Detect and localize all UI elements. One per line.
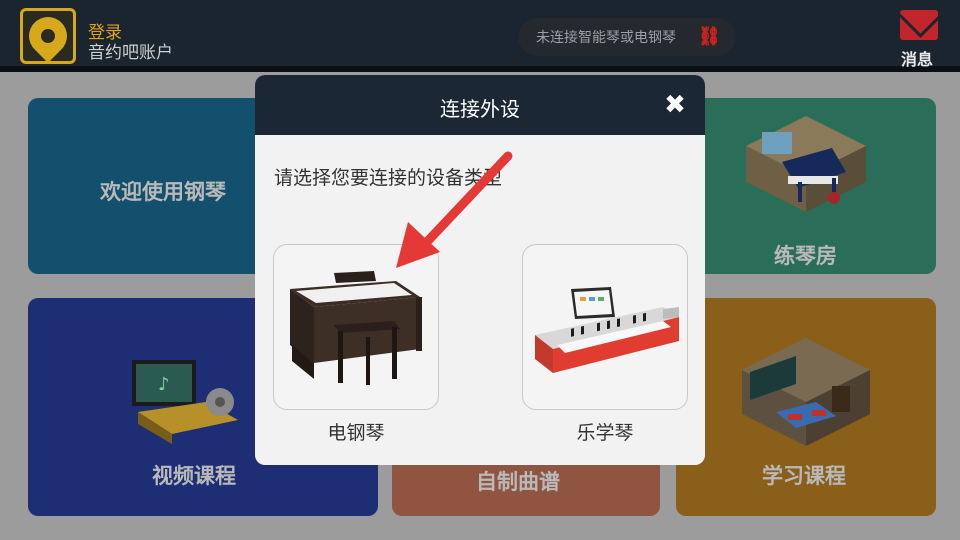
smart-piano-option[interactable]	[522, 244, 688, 410]
practice-room-tile[interactable]: 练琴房	[676, 98, 936, 274]
smart-piano-icon	[535, 287, 679, 373]
dialog-header: 连接外设 ✖	[255, 75, 705, 135]
connection-status-text: 未连接智能琴或电钢琴	[536, 30, 676, 46]
digital-piano-label: 电钢琴	[327, 422, 385, 444]
account-label: 音约吧账户	[88, 43, 173, 63]
piano-room-illustration	[746, 116, 866, 212]
study-courses-label: 学习课程	[762, 464, 846, 488]
custom-score-label: 自制曲谱	[476, 470, 560, 494]
video-courses-label: 视频课程	[152, 464, 236, 488]
study-courses-tile[interactable]: 学习课程	[676, 298, 936, 516]
avatar[interactable]	[20, 8, 76, 64]
messages-label[interactable]: 消息	[901, 46, 933, 70]
welcome-label: 欢迎使用钢琴	[100, 180, 226, 204]
dialog-prompt: 请选择您要连接的设备类型	[274, 167, 503, 189]
practice-room-label: 练琴房	[774, 244, 837, 268]
classroom-illustration	[742, 338, 870, 446]
dialog-title: 连接外设	[440, 97, 520, 121]
close-icon[interactable]: ✖	[663, 92, 687, 118]
connect-device-dialog: 连接外设 ✖ 请选择您要连接的设备类型 电钢琴 乐学琴	[255, 75, 705, 465]
video-illustration: ♪	[132, 360, 238, 444]
digital-piano-icon	[290, 271, 422, 385]
smart-piano-label: 乐学琴	[576, 422, 634, 444]
disconnected-link-icon: ⛓	[698, 26, 721, 47]
logo-pin-icon	[21, 9, 75, 63]
top-bar-shadow	[0, 66, 960, 72]
connection-status-button[interactable]: 未连接智能琴或电钢琴 ⛓	[518, 18, 736, 56]
digital-piano-option[interactable]	[273, 244, 439, 410]
svg-text:♪: ♪	[158, 374, 170, 395]
mail-icon[interactable]	[900, 10, 938, 40]
